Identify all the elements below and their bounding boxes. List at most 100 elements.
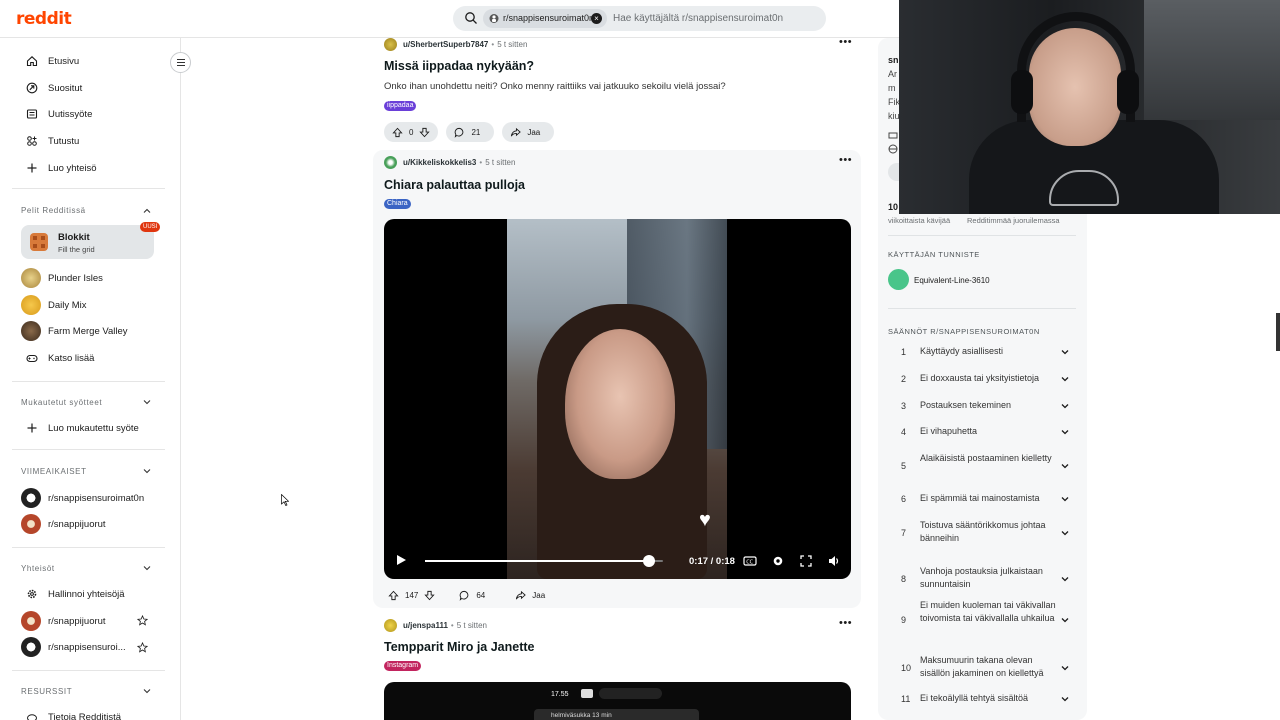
recent-heading[interactable]: VIIMEAIKAISET [21, 467, 87, 476]
chevron-down-icon[interactable] [142, 686, 152, 696]
settings-gear-icon[interactable] [771, 554, 785, 568]
video-seek-bar[interactable] [425, 555, 663, 567]
sidebar-community[interactable]: r/snappisensuroi... [21, 637, 126, 657]
video-player[interactable]: ♥ 0:17 / 0:18 CC [384, 219, 851, 579]
user-avatar[interactable] [384, 156, 397, 169]
chevron-down-icon[interactable] [142, 397, 152, 407]
rule-item[interactable]: 9 Ei muiden kuoleman tai väkivallan toivo… [888, 599, 1076, 641]
chevron-down-icon[interactable] [142, 466, 152, 476]
comment-count: 64 [476, 590, 486, 600]
chevron-down-icon[interactable] [1060, 694, 1070, 704]
sidebar-item-news[interactable]: Uutissyöte [26, 106, 92, 122]
post-flair[interactable]: Chiara [384, 199, 411, 209]
rule-title: Vanhoja postauksia julkaistaan sunnuntai… [920, 566, 1043, 589]
volume-icon[interactable] [827, 554, 841, 568]
chevron-down-icon[interactable] [1060, 494, 1070, 504]
post-flair[interactable]: iippadaa [384, 101, 417, 111]
rule-item[interactable]: 1 Käyttäydy asiallisesti [888, 345, 1076, 359]
sidebar-item-home[interactable]: Etusivu [26, 53, 79, 69]
post-media-preview[interactable]: 17.55 helmiväsukka 13 min [384, 682, 851, 720]
post-title[interactable]: Tempparit Miro ja Janette [384, 640, 535, 654]
star-icon[interactable] [137, 615, 148, 626]
rule-item[interactable]: 7 Toistuva sääntörikkomus johtaa bänneihi… [888, 519, 1076, 547]
chevron-up-icon[interactable] [142, 206, 152, 216]
sidebar-item-create-community[interactable]: Luo yhteisö [26, 160, 97, 176]
news-icon [26, 109, 38, 119]
sidebar-recent-community[interactable]: r/snappisensuroimat0n [21, 488, 144, 508]
rule-item[interactable]: 3 Postauksen tekeminen [888, 399, 1076, 413]
rule-title: Ei vihapuhetta [920, 426, 978, 436]
communities-heading[interactable]: Yhteisöt [21, 564, 55, 573]
chevron-down-icon[interactable] [1060, 663, 1070, 673]
chevron-down-icon[interactable] [142, 563, 152, 573]
chevron-down-icon[interactable] [1060, 427, 1070, 437]
post-options-icon[interactable]: ••• [839, 36, 852, 48]
rule-item[interactable]: 5 Alaikäisistä postaaminen kielletty [888, 452, 1076, 480]
share-button[interactable]: Jaa [502, 122, 555, 142]
chevron-down-icon[interactable] [1060, 615, 1070, 625]
collapse-sidebar-button[interactable] [170, 52, 191, 73]
resources-heading[interactable]: RESURSSIT [21, 687, 72, 696]
comments-button[interactable]: 64 [451, 585, 499, 605]
user-flair-name[interactable]: Equivalent-Line-3610 [914, 276, 990, 285]
sidebar-item-create-custom-feed[interactable]: Luo mukautettu syöte [26, 420, 139, 436]
sidebar-item-see-more[interactable]: Katso lisää [26, 350, 94, 366]
featured-game-card[interactable]: Blokkit Fill the grid [21, 225, 154, 259]
rule-item[interactable]: 6 Ei spämmiä tai mainostamista [888, 492, 1076, 506]
explore-icon [27, 136, 37, 146]
search-scope-chip[interactable]: r/snappisensuroimat0n × [483, 9, 607, 28]
chevron-down-icon[interactable] [1060, 347, 1070, 357]
chevron-down-icon[interactable] [1060, 374, 1070, 384]
custom-feeds-heading[interactable]: Mukautetut syötteet [21, 398, 102, 407]
rule-item[interactable]: 4 Ei vihapuhetta [888, 425, 1076, 439]
post-author[interactable]: u/SherbertSuperb7847 [403, 40, 488, 49]
chevron-down-icon[interactable] [1060, 461, 1070, 471]
comments-button[interactable]: 21 [446, 122, 495, 142]
play-icon[interactable] [395, 554, 407, 566]
upvote-icon[interactable] [392, 127, 403, 138]
rule-item[interactable]: 2 Ei doxxausta tai yksityistietoja [888, 372, 1076, 386]
user-flair-avatar[interactable] [888, 269, 909, 290]
sidebar-item-manage-communities[interactable]: Hallinnoi yhteisöjä [26, 586, 125, 602]
sidebar-community[interactable]: r/snappijuorut [21, 611, 106, 631]
share-icon [516, 590, 527, 599]
post-title[interactable]: Missä iippadaa nykyään? [384, 59, 534, 73]
rule-item[interactable]: 8 Vanhoja postauksia julkaistaan sunnunta… [888, 565, 1076, 593]
user-avatar[interactable] [384, 619, 397, 632]
post-options-icon[interactable]: ••• [839, 617, 852, 629]
post-title[interactable]: Chiara palauttaa pulloja [384, 178, 525, 192]
post-author[interactable]: u/jenspa111 [403, 621, 448, 630]
sidebar-recent-community[interactable]: r/snappijuorut [21, 514, 106, 534]
games-section-heading[interactable]: Pelit Redditissä [21, 206, 86, 215]
seek-handle[interactable] [642, 555, 655, 567]
fullscreen-icon[interactable] [799, 554, 813, 568]
post-author[interactable]: u/Kikkeliskokkelis3 [403, 158, 476, 167]
scrollbar-thumb[interactable] [1276, 313, 1280, 351]
sidebar-game-farm-merge-valley[interactable]: Farm Merge Valley [21, 321, 128, 341]
downvote-icon[interactable] [424, 590, 436, 601]
share-button[interactable]: Jaa [507, 585, 559, 605]
chevron-down-icon[interactable] [1060, 574, 1070, 584]
chevron-down-icon[interactable] [1060, 528, 1070, 538]
sidebar-game-daily-mix[interactable]: Daily Mix [21, 295, 87, 315]
reddit-logo[interactable]: reddit [16, 9, 72, 29]
sidebar-item-about-reddit[interactable]: Tietoja Redditistä [26, 709, 121, 720]
sidebar-game-plunder-isles[interactable]: Plunder Isles [21, 268, 103, 288]
rule-item[interactable]: 10 Maksumuurin takana olevan sisällön jak… [888, 654, 1076, 682]
post-flair[interactable]: Instagram [384, 661, 422, 671]
search-input[interactable]: Hae käyttäjältä r/snappisensuroimat0n [613, 13, 783, 24]
user-avatar[interactable] [384, 38, 397, 51]
search-bar[interactable]: r/snappisensuroimat0n × Hae käyttäjältä … [453, 6, 826, 31]
sidebar-item-popular[interactable]: Suositut [26, 80, 82, 96]
star-icon[interactable] [137, 642, 148, 653]
community-title: sn [888, 55, 899, 65]
captions-icon[interactable]: CC [743, 554, 757, 568]
sidebar-item-explore[interactable]: Tutustu [26, 133, 79, 149]
downvote-icon[interactable] [419, 127, 431, 138]
post-options-icon[interactable]: ••• [839, 154, 852, 166]
home-icon [26, 56, 38, 67]
chevron-down-icon[interactable] [1060, 401, 1070, 411]
rule-item[interactable]: 11 Ei tekoälyllä tehtyä sisältöä [888, 692, 1076, 706]
upvote-icon[interactable] [388, 590, 399, 601]
remove-scope-icon[interactable]: × [591, 13, 602, 24]
